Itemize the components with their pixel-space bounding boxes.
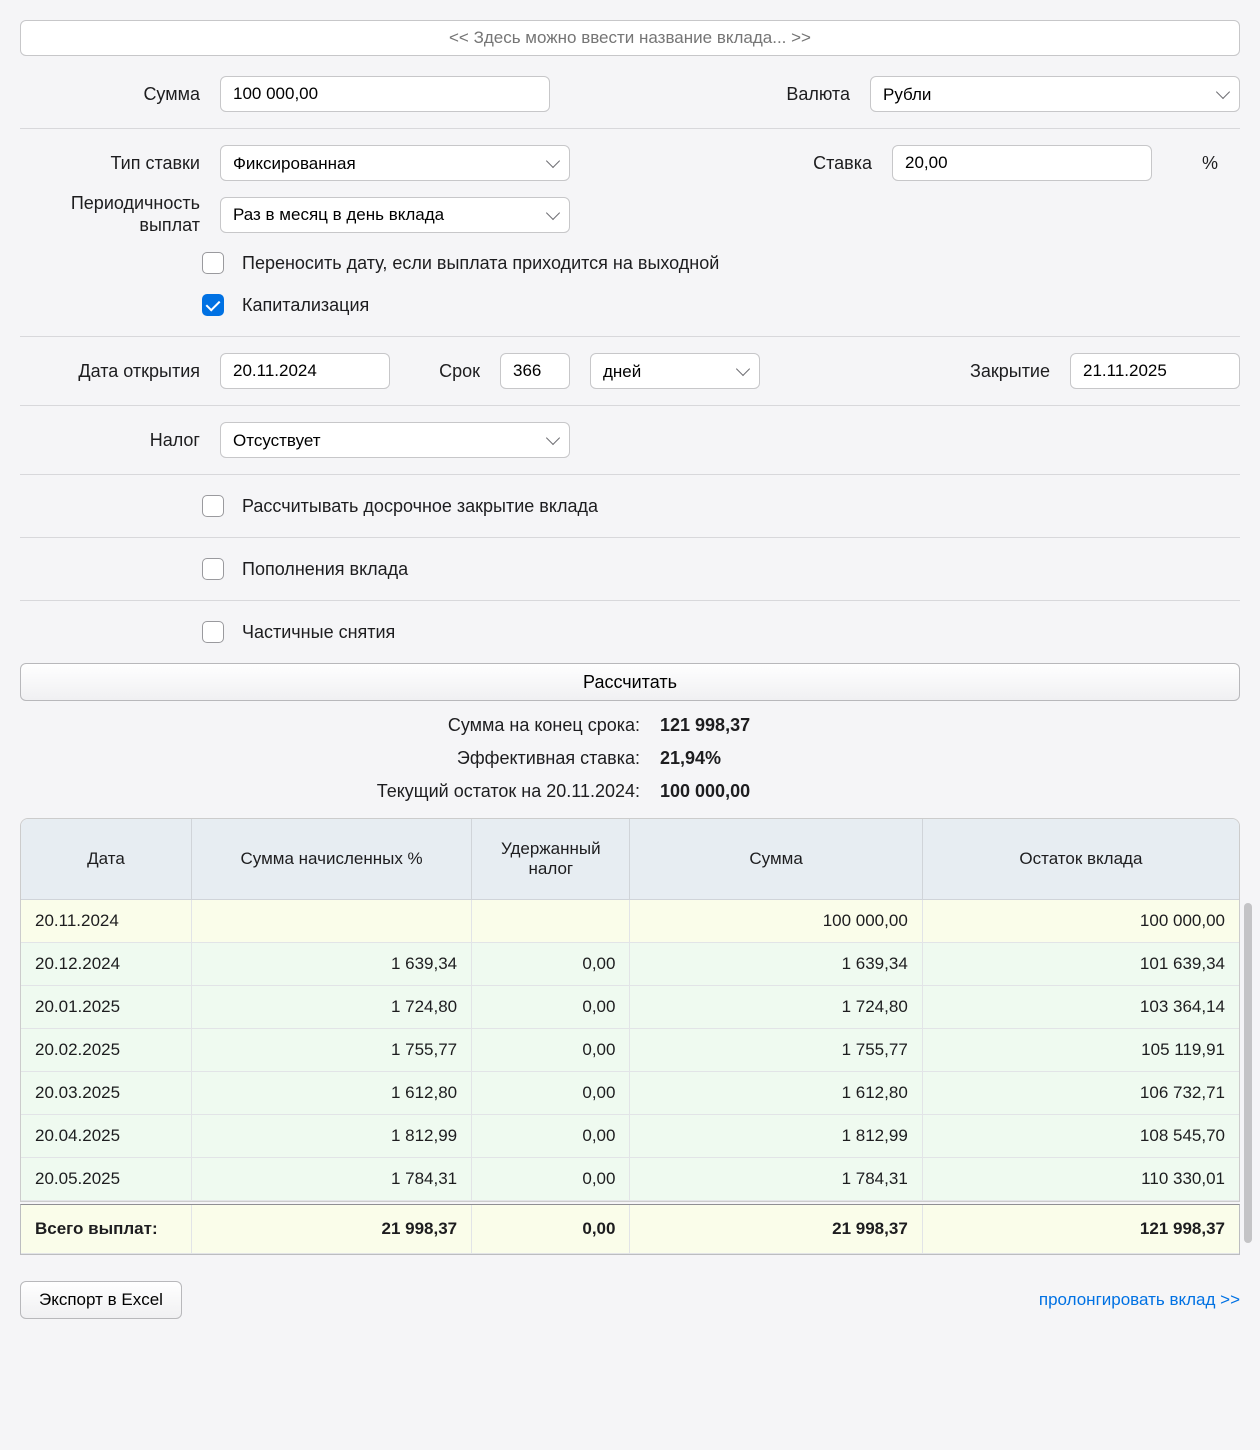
term-input[interactable] [500, 353, 570, 389]
totals-accrued: 21 998,37 [192, 1205, 472, 1254]
table-row: 20.05.20251 784,310,001 784,31110 330,01 [21, 1158, 1239, 1201]
close-date-input[interactable] [1070, 353, 1240, 389]
cell-tax: 0,00 [472, 1158, 630, 1201]
eff-rate-label: Эффективная ставка: [20, 748, 640, 769]
cell-tax [472, 900, 630, 943]
topups-label: Пополнения вклада [242, 559, 408, 580]
table-row: 20.11.2024 100 000,00100 000,00 [21, 900, 1239, 943]
totals-row: Всего выплат: 21 998,37 0,00 21 998,37 1… [20, 1204, 1240, 1255]
cell-balance: 105 119,91 [922, 1029, 1239, 1072]
cell-accrued: 1 755,77 [192, 1029, 472, 1072]
cell-date: 20.11.2024 [21, 900, 192, 943]
table-row: 20.01.20251 724,800,001 724,80103 364,14 [21, 986, 1239, 1029]
deposit-title-input[interactable] [20, 20, 1240, 56]
cell-date: 20.02.2025 [21, 1029, 192, 1072]
open-date-label: Дата открытия [20, 361, 200, 382]
cell-balance: 103 364,14 [922, 986, 1239, 1029]
table-row: 20.12.20241 639,340,001 639,34101 639,34 [21, 943, 1239, 986]
topups-checkbox[interactable] [202, 558, 224, 580]
table-row: 20.03.20251 612,800,001 612,80106 732,71 [21, 1072, 1239, 1115]
weekend-shift-label: Переносить дату, если выплата приходится… [242, 253, 719, 274]
cell-tax: 0,00 [472, 1072, 630, 1115]
calculate-button[interactable]: Рассчитать [20, 663, 1240, 701]
rate-label: Ставка [813, 153, 872, 174]
export-excel-button[interactable]: Экспорт в Excel [20, 1281, 182, 1319]
term-label: Срок [410, 361, 480, 382]
cell-date: 20.03.2025 [21, 1072, 192, 1115]
cell-balance: 100 000,00 [922, 900, 1239, 943]
capitalization-label: Капитализация [242, 295, 369, 316]
cell-accrued: 1 784,31 [192, 1158, 472, 1201]
amount-input[interactable] [220, 76, 550, 112]
amount-label: Сумма [20, 84, 200, 105]
cell-tax: 0,00 [472, 943, 630, 986]
weekend-shift-checkbox[interactable] [202, 252, 224, 274]
currency-label: Валюта [786, 84, 850, 105]
open-date-input[interactable] [220, 353, 390, 389]
tax-select[interactable]: Отсуствует [220, 422, 570, 458]
payout-freq-select[interactable]: Раз в месяц в день вклада [220, 197, 570, 233]
cell-balance: 110 330,01 [922, 1158, 1239, 1201]
term-unit-select[interactable]: дней [590, 353, 760, 389]
eff-rate-value: 21,94% [660, 748, 721, 769]
cell-accrued: 1 812,99 [192, 1115, 472, 1158]
end-amount-label: Сумма на конец срока: [20, 715, 640, 736]
cell-accrued [192, 900, 472, 943]
table-row: 20.04.20251 812,990,001 812,99108 545,70 [21, 1115, 1239, 1158]
schedule-table: Дата Сумма начисленных % Удержанный нало… [20, 818, 1240, 1202]
cell-sum: 1 812,99 [630, 1115, 922, 1158]
rate-type-select[interactable]: Фиксированная [220, 145, 570, 181]
totals-balance: 121 998,37 [922, 1205, 1239, 1254]
th-accrued: Сумма начисленных % [192, 819, 472, 900]
capitalization-checkbox[interactable] [202, 294, 224, 316]
totals-tax: 0,00 [472, 1205, 630, 1254]
cell-sum: 1 784,31 [630, 1158, 922, 1201]
cell-tax: 0,00 [472, 986, 630, 1029]
close-date-label: Закрытие [970, 361, 1050, 382]
cell-tax: 0,00 [472, 1115, 630, 1158]
cell-accrued: 1 639,34 [192, 943, 472, 986]
cell-date: 20.05.2025 [21, 1158, 192, 1201]
cell-accrued: 1 612,80 [192, 1072, 472, 1115]
th-sum: Сумма [630, 819, 922, 900]
payout-freq-label: Периодичность выплат [20, 193, 200, 236]
cell-accrued: 1 724,80 [192, 986, 472, 1029]
cell-date: 20.12.2024 [21, 943, 192, 986]
cell-date: 20.01.2025 [21, 986, 192, 1029]
cell-sum: 1 612,80 [630, 1072, 922, 1115]
cell-balance: 106 732,71 [922, 1072, 1239, 1115]
table-row: 20.02.20251 755,770,001 755,77105 119,91 [21, 1029, 1239, 1072]
th-date: Дата [21, 819, 192, 900]
cell-sum: 100 000,00 [630, 900, 922, 943]
cell-sum: 1 755,77 [630, 1029, 922, 1072]
cell-sum: 1 639,34 [630, 943, 922, 986]
th-tax: Удержанный налог [472, 819, 630, 900]
early-close-label: Рассчитывать досрочное закрытие вклада [242, 496, 598, 517]
rate-input[interactable] [892, 145, 1152, 181]
cell-sum: 1 724,80 [630, 986, 922, 1029]
current-balance-value: 100 000,00 [660, 781, 750, 802]
prolong-link[interactable]: пролонгировать вклад >> [1039, 1290, 1240, 1310]
totals-sum: 21 998,37 [630, 1205, 922, 1254]
cell-balance: 108 545,70 [922, 1115, 1239, 1158]
table-scrollbar[interactable] [1244, 903, 1252, 1243]
cell-balance: 101 639,34 [922, 943, 1239, 986]
totals-label: Всего выплат: [21, 1205, 192, 1254]
rate-type-label: Тип ставки [20, 153, 200, 174]
withdrawals-label: Частичные снятия [242, 622, 395, 643]
current-balance-label: Текущий остаток на 20.11.2024: [20, 781, 640, 802]
cell-date: 20.04.2025 [21, 1115, 192, 1158]
currency-select[interactable]: Рубли [870, 76, 1240, 112]
withdrawals-checkbox[interactable] [202, 621, 224, 643]
th-balance: Остаток вклада [922, 819, 1239, 900]
tax-label: Налог [20, 430, 200, 451]
percent-sign: % [1180, 153, 1240, 174]
cell-tax: 0,00 [472, 1029, 630, 1072]
early-close-checkbox[interactable] [202, 495, 224, 517]
end-amount-value: 121 998,37 [660, 715, 750, 736]
